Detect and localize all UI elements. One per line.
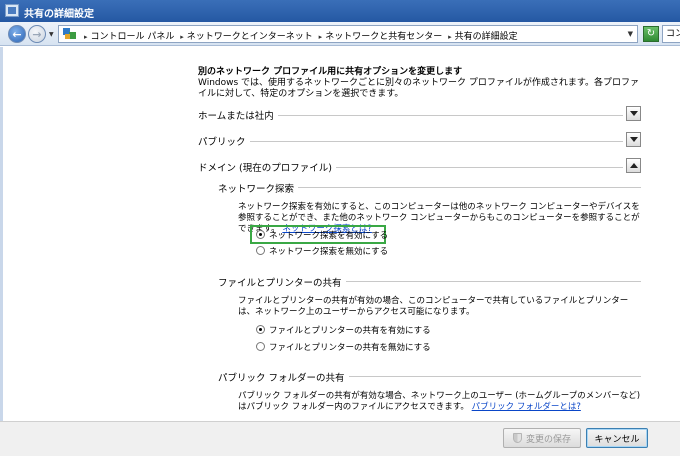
breadcrumb-advanced-sharing[interactable]: 共有の詳細設定	[455, 32, 518, 42]
search-input[interactable]: コン	[662, 25, 680, 43]
chevron-down-icon	[629, 137, 638, 142]
radio-label: ファイルとプリンターの共有を無効にする	[269, 343, 431, 353]
chevron-right-icon[interactable]: ▸	[448, 33, 452, 41]
control-panel-icon	[63, 28, 77, 40]
refresh-button[interactable]: ↻	[643, 26, 659, 42]
chevron-up-icon	[629, 163, 638, 168]
collapse-button[interactable]	[626, 158, 641, 173]
section-title: ファイルとプリンターの共有	[218, 275, 346, 289]
radio-button-checked[interactable]	[256, 230, 265, 239]
uac-shield-icon	[512, 433, 522, 443]
recent-pages-dropdown[interactable]: ▼	[49, 31, 54, 38]
breadcrumb: ▸ コントロール パネル ▸ ネットワークとインターネット ▸ ネットワークと共有セン…	[81, 29, 518, 42]
radio-label: ネットワーク探索を無効にする	[269, 247, 389, 257]
radio-button-checked[interactable]	[256, 325, 265, 334]
address-bar[interactable]: ▸ コントロール パネル ▸ ネットワークとインターネット ▸ ネットワークと共有セン…	[58, 25, 638, 43]
public-folder-description: パブリック フォルダーの共有が有効な場合、ネットワーク上のユーザー (ホームグル…	[238, 391, 641, 412]
breadcrumb-network-internet[interactable]: ネットワークとインターネット	[187, 32, 313, 42]
forward-button[interactable]: →	[28, 25, 46, 43]
divider	[198, 141, 623, 142]
section-network-discovery: ネットワーク探索	[218, 181, 641, 195]
breadcrumb-control-panel[interactable]: コントロール パネル	[91, 32, 175, 42]
chevron-right-icon[interactable]: ▸	[319, 33, 323, 41]
chevron-down-icon[interactable]: ▼	[628, 30, 633, 38]
expand-button[interactable]	[626, 106, 641, 121]
profile-label: パブリック	[198, 134, 250, 148]
section-title: パブリック フォルダーの共有	[218, 370, 349, 384]
save-changes-button[interactable]: 変更の保存	[503, 428, 581, 448]
radio-button[interactable]	[256, 246, 265, 255]
arrow-right-icon: →	[32, 27, 42, 41]
network-settings-icon	[5, 4, 19, 17]
arrow-left-icon: ←	[12, 27, 22, 41]
section-public-folder-sharing: パブリック フォルダーの共有	[218, 370, 641, 384]
profile-domain[interactable]: ドメイン (現在のプロファイル)	[198, 158, 641, 174]
page-description: Windows では、使用するネットワークごとに別々のネットワーク プロファイル…	[198, 78, 639, 99]
public-folder-help-link[interactable]: パブリック フォルダーとは?	[472, 402, 581, 412]
chevron-down-icon	[629, 111, 638, 116]
section-title: ネットワーク探索	[218, 181, 299, 195]
section-file-printer-sharing: ファイルとプリンターの共有	[218, 275, 641, 289]
chevron-right-icon[interactable]: ▸	[180, 33, 184, 41]
page-title: 別のネットワーク プロファイル用に共有オプションを変更します	[198, 67, 463, 77]
refresh-icon: ↻	[646, 28, 656, 39]
left-pane-edge	[0, 47, 3, 447]
button-bar: 変更の保存 キャンセル	[0, 421, 680, 456]
profile-home-work[interactable]: ホームまたは社内	[198, 106, 641, 122]
title-bar: 共有の詳細設定	[0, 0, 680, 22]
breadcrumb-network-sharing-center[interactable]: ネットワークと共有センター	[325, 32, 442, 42]
chevron-right-icon[interactable]: ▸	[84, 33, 88, 41]
profile-label: ホームまたは社内	[198, 108, 278, 122]
back-button[interactable]: ←	[8, 25, 26, 43]
profile-public[interactable]: パブリック	[198, 132, 641, 148]
file-printer-description: ファイルとプリンターの共有が有効の場合、このコンピューターで共有しているファイル…	[238, 296, 629, 317]
radio-label: ネットワーク探索を有効にする	[269, 231, 389, 241]
navigation-bar: ← → ▼ ▸ コントロール パネル ▸ ネットワークとインターネット ▸ ネットワー…	[0, 22, 680, 46]
radio-button[interactable]	[256, 342, 265, 351]
cancel-button[interactable]: キャンセル	[586, 428, 648, 448]
radio-label: ファイルとプリンターの共有を有効にする	[269, 326, 431, 336]
expand-button[interactable]	[626, 132, 641, 147]
window-title: 共有の詳細設定	[24, 9, 94, 20]
profile-label: ドメイン (現在のプロファイル)	[198, 160, 336, 174]
